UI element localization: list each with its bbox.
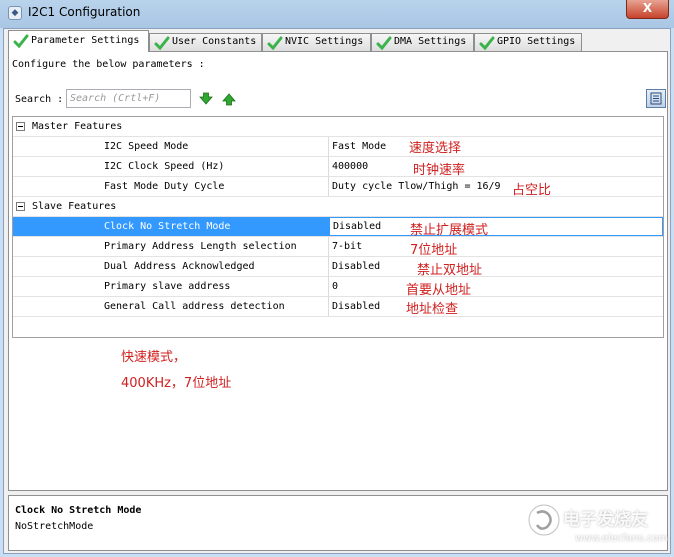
table-row[interactable]: Primary Address Length selection 7-bit: [13, 237, 663, 257]
arrow-down-icon[interactable]: [199, 92, 213, 106]
tab-label: GPIO Settings: [497, 36, 576, 47]
watermark-url: www.elecfans.com: [575, 533, 669, 544]
collapse-icon[interactable]: [16, 122, 25, 131]
collapse-icon[interactable]: [16, 202, 25, 211]
tab-gpio-settings[interactable]: GPIO Settings: [474, 33, 582, 51]
tab-user-constants[interactable]: User Constants: [149, 33, 262, 51]
arrow-up-icon[interactable]: [222, 92, 236, 106]
check-icon: [267, 36, 283, 51]
window-body: Parameter Settings User Constants NVIC S…: [3, 28, 671, 554]
tab-label: DMA Settings: [394, 36, 467, 47]
table-row[interactable]: Primary slave address 0: [13, 277, 663, 297]
column-divider: [328, 137, 329, 157]
check-icon: [479, 36, 495, 51]
annotation-primary-slave: 首要从地址: [406, 283, 472, 298]
watermark-logo-icon: [528, 504, 560, 536]
annotation-seven-bit: 7位地址: [410, 243, 458, 258]
annotation-duty: 占空比: [512, 183, 552, 198]
description-title: Clock No Stretch Mode: [15, 505, 142, 516]
parameter-grid: Master Features I2C Speed Mode Fast Mode…: [12, 116, 664, 338]
param-name: General Call address detection: [104, 301, 285, 312]
group-label: Slave Features: [32, 201, 117, 212]
parameter-settings-panel: Configure the below parameters : Search …: [8, 51, 668, 491]
param-name: Fast Mode Duty Cycle: [104, 181, 225, 192]
group-row-slave[interactable]: Slave Features: [13, 197, 663, 217]
param-value-editor[interactable]: Disabled: [329, 217, 663, 236]
column-divider: [328, 257, 329, 277]
param-value[interactable]: Disabled: [332, 261, 380, 272]
tab-dma-settings[interactable]: DMA Settings: [371, 33, 474, 51]
check-icon: [376, 36, 392, 51]
param-name: Dual Address Acknowledged: [104, 261, 255, 272]
annotation-no-dual: 禁止双地址: [417, 263, 483, 278]
annotation-no-stretch: 禁止扩展模式: [410, 223, 489, 238]
param-value[interactable]: Fast Mode: [332, 141, 386, 152]
annotation-address-check: 地址检查: [406, 302, 459, 317]
annotation-clock-rate: 时钟速率: [413, 163, 466, 178]
column-divider: [328, 177, 329, 197]
table-row[interactable]: I2C Speed Mode Fast Mode: [13, 137, 663, 157]
list-view-button[interactable]: [646, 89, 666, 108]
param-name: Primary slave address: [104, 281, 231, 292]
annotation-summary-line1: 快速模式，: [121, 350, 187, 365]
close-button[interactable]: X: [626, 0, 669, 19]
column-divider: [328, 237, 329, 257]
column-divider: [328, 297, 329, 317]
param-value[interactable]: Duty cycle Tlow/Thigh = 16/9: [332, 181, 501, 192]
search-label: Search :: [15, 94, 64, 105]
annotation-summary-line2: 400KHz，7位地址: [121, 376, 232, 391]
tab-label: User Constants: [172, 36, 257, 47]
column-divider: [328, 157, 329, 177]
annotation-speed-select: 速度选择: [409, 141, 462, 156]
param-value[interactable]: Disabled: [332, 301, 380, 312]
watermark-name: 电子发烧友: [563, 510, 648, 530]
table-row[interactable]: I2C Clock Speed (Hz) 400000: [13, 157, 663, 177]
tab-parameter-settings[interactable]: Parameter Settings: [8, 30, 149, 52]
param-value[interactable]: 400000: [332, 161, 368, 172]
table-row[interactable]: Fast Mode Duty Cycle Duty cycle Tlow/Thi…: [13, 177, 663, 197]
param-name: I2C Clock Speed (Hz): [104, 161, 225, 172]
search-input[interactable]: [66, 89, 191, 108]
table-row-selected[interactable]: Clock No Stretch Mode Disabled: [13, 217, 663, 237]
check-icon: [13, 34, 29, 49]
app-icon: ◆: [8, 6, 22, 20]
tab-label: Parameter Settings: [31, 35, 140, 46]
group-label: Master Features: [32, 121, 123, 132]
param-value[interactable]: 7-bit: [332, 241, 362, 252]
param-value[interactable]: 0: [332, 281, 338, 292]
watermark: 电子发烧友 www.elecfans.com: [527, 499, 669, 551]
window-title: I2C1 Configuration: [28, 5, 141, 19]
table-row[interactable]: Dual Address Acknowledged Disabled: [13, 257, 663, 277]
column-divider: [328, 277, 329, 297]
tab-nvic-settings[interactable]: NVIC Settings: [262, 33, 371, 51]
description-text: NoStretchMode: [15, 521, 94, 532]
tab-label: NVIC Settings: [285, 36, 364, 47]
instruction-text: Configure the below parameters :: [12, 59, 205, 70]
group-row-master[interactable]: Master Features: [13, 117, 663, 137]
param-name: I2C Speed Mode: [104, 141, 189, 152]
check-icon: [154, 36, 170, 51]
title-bar: ◆ I2C1 Configuration X: [0, 0, 674, 28]
param-name: Primary Address Length selection: [104, 241, 297, 252]
table-row[interactable]: General Call address detection Disabled: [13, 297, 663, 317]
list-view-icon: [650, 92, 662, 105]
param-name: Clock No Stretch Mode: [104, 221, 231, 232]
